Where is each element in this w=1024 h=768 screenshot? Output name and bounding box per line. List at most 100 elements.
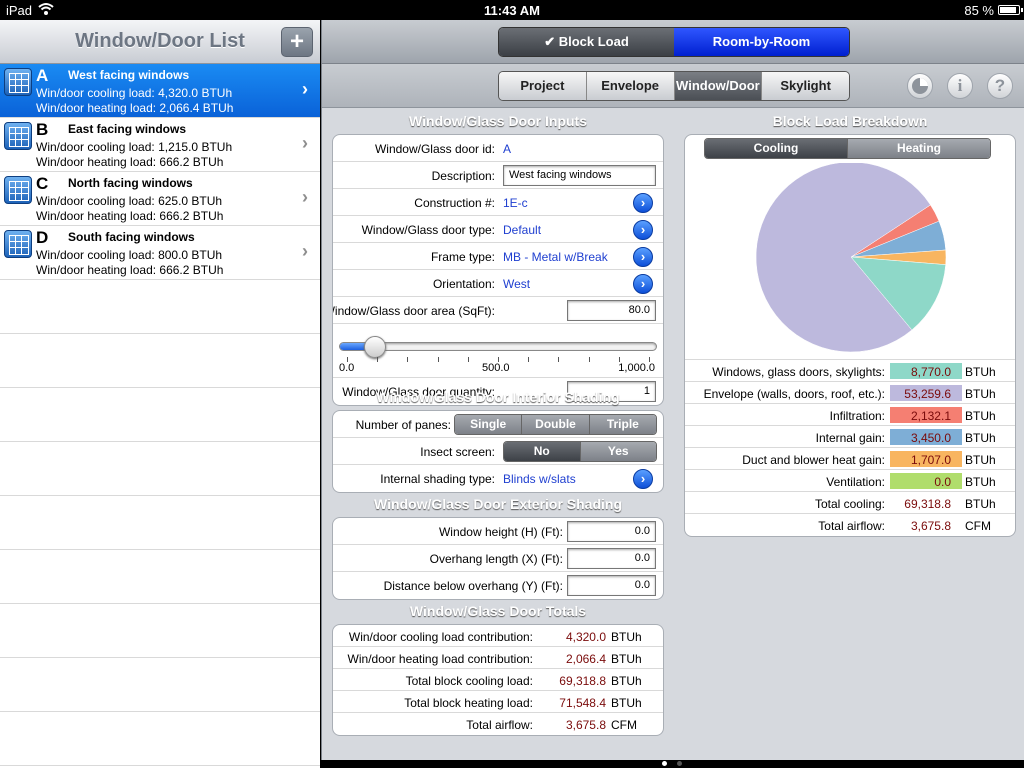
totals-row: Total block heating load: 71,548.4 BTUh [333,691,663,713]
room-by-room-tab[interactable]: Room-by-Room [674,28,849,56]
breakdown-label: Duct and blower heat gain: [742,453,885,467]
tab-project[interactable]: Project [499,72,587,100]
door-type-label: Window/Glass door type: [361,223,495,237]
list-item[interactable]: D South facing windows Win/door cooling lo… [0,226,320,280]
breakdown-row: Total airflow: 3,675.8 CFM [685,514,1015,536]
pie-chart-icon[interactable] [907,73,933,99]
slider-min-label: 0.0 [339,362,355,374]
breakdown-row: Envelope (walls, doors, roof, etc.): 53,2… [685,382,1015,404]
construction-label: Construction #: [414,196,495,210]
breakdown-pie-chart [755,163,947,353]
breakdown-panel: Cooling Heating Windows, glass doors, sk… [684,134,1016,537]
slider-max-label: 1,000.0 [618,362,655,374]
shading-type-label: Internal shading type: [380,472,495,486]
slider-tick [407,357,409,362]
window-height-input[interactable]: 0.0 [567,521,656,542]
breakdown-value: 69,318.8 [904,497,951,511]
interior-shading-panel: Number of panes: Single Double Triple In… [332,410,664,493]
breakdown-unit: BTUh [965,497,996,511]
panes-triple[interactable]: Triple [589,415,656,434]
area-input[interactable]: 80.0 [567,300,656,321]
breakdown-value: 53,259.6 [904,387,951,401]
orientation-disclosure-icon[interactable]: › [633,274,653,294]
item-heating-load: Win/door heating load: 2,066.4 BTUh [36,101,234,115]
overhang-length-input[interactable]: 0.0 [567,548,656,569]
slider-tick [528,357,530,362]
help-icon[interactable]: ? [987,73,1013,99]
frame-type-label: Frame type: [430,250,495,264]
construction-disclosure-icon[interactable]: › [633,193,653,213]
tab-window-door[interactable]: Window/Door [674,72,763,100]
totals-unit: CFM [611,718,637,732]
list-item[interactable]: A West facing windows Win/door cooling loa… [0,64,320,118]
description-input[interactable]: West facing windows [503,165,656,186]
frame-type-disclosure-icon[interactable]: › [633,247,653,267]
totals-title: Window/Glass Door Totals [409,603,587,619]
tab-envelope[interactable]: Envelope [586,72,675,100]
breakdown-row: Duct and blower heat gain: 1,707.0 BTUh [685,448,1015,470]
totals-label: Total airflow: [466,718,533,732]
totals-row: Win/door heating load contribution: 2,066… [333,647,663,669]
totals-row: Total block cooling load: 69,318.8 BTUh [333,669,663,691]
item-cooling-load: Win/door cooling load: 4,320.0 BTUh [36,86,233,100]
totals-label: Win/door heating load contribution: [347,652,533,666]
construction-value: 1E-c [503,196,528,210]
chevron-right-icon: › [302,79,308,99]
page-dot-active [662,761,667,766]
item-heating-load: Win/door heating load: 666.2 BTUh [36,209,224,223]
slider-tick [467,357,469,362]
area-slider[interactable] [339,336,657,358]
panes-double[interactable]: Double [522,415,590,434]
window-door-list-pane: Window/Door List + A West facing windows W… [0,20,320,768]
empty-list-row [0,334,320,388]
breakdown-label: Infiltration: [829,409,885,423]
totals-row: Win/door cooling load contribution: 4,320… [333,625,663,647]
breakdown-unit: BTUh [965,387,996,401]
empty-list-row [0,280,320,334]
insect-screen-label: Insect screen: [420,445,495,459]
window-door-list: A West facing windows Win/door cooling loa… [0,64,320,766]
inputs-title: Window/Glass Door Inputs [409,113,587,129]
panes-label: Number of panes: [355,418,451,432]
item-letter: B [36,120,49,139]
distance-below-input[interactable]: 0.0 [567,575,656,596]
breakdown-heating-tab[interactable]: Heating [848,139,990,158]
breakdown-segmented-control: Cooling Heating [704,138,991,159]
breakdown-unit: BTUh [965,365,996,379]
tab-skylight[interactable]: Skylight [762,72,849,100]
info-icon[interactable]: i [947,73,973,99]
window-grid-icon [4,122,32,150]
battery-icon [998,5,1023,15]
empty-list-row [0,496,320,550]
totals-value: 2,066.4 [565,652,606,666]
section-segmented-control: Project Envelope Window/Door Skylight [498,71,850,101]
list-item[interactable]: C North facing windows Win/door cooling lo… [0,172,320,226]
window-grid-icon [4,230,32,258]
insect-screen-yes[interactable]: Yes [580,442,656,461]
empty-list-row [0,712,320,766]
orientation-label: Orientation: [432,277,495,291]
shading-type-disclosure-icon[interactable]: › [633,469,653,489]
panes-single[interactable]: Single [455,415,523,434]
block-load-tab[interactable]: ✔ Block Load [499,28,674,56]
breakdown-unit: BTUh [965,409,996,423]
add-window-button[interactable]: + [281,27,313,57]
breakdown-cooling-tab[interactable]: Cooling [705,139,848,158]
door-type-disclosure-icon[interactable]: › [633,220,653,240]
area-label: Window/Glass door area (SqFt): [332,304,495,318]
page-dot [677,761,682,766]
list-item[interactable]: B East facing windows Win/door cooling loa… [0,118,320,172]
empty-list-row [0,442,320,496]
area-slider-thumb[interactable] [363,336,386,358]
insect-screen-no[interactable]: No [504,442,581,461]
clock: 11:43 AM [484,3,540,18]
item-letter: D [36,228,49,247]
insect-screen-segmented-control: No Yes [503,441,657,462]
exterior-shading-title: Window/Glass Door Exterior Shading [373,496,622,512]
item-heating-load: Win/door heating load: 666.2 BTUh [36,263,224,277]
distance-below-label: Distance below overhang (Y) (Ft): [383,579,563,593]
chevron-right-icon: › [302,187,308,207]
window-grid-icon [4,176,32,204]
item-cooling-load: Win/door cooling load: 800.0 BTUh [36,248,223,262]
breakdown-row: Ventilation: 0.0 BTUh [685,470,1015,492]
